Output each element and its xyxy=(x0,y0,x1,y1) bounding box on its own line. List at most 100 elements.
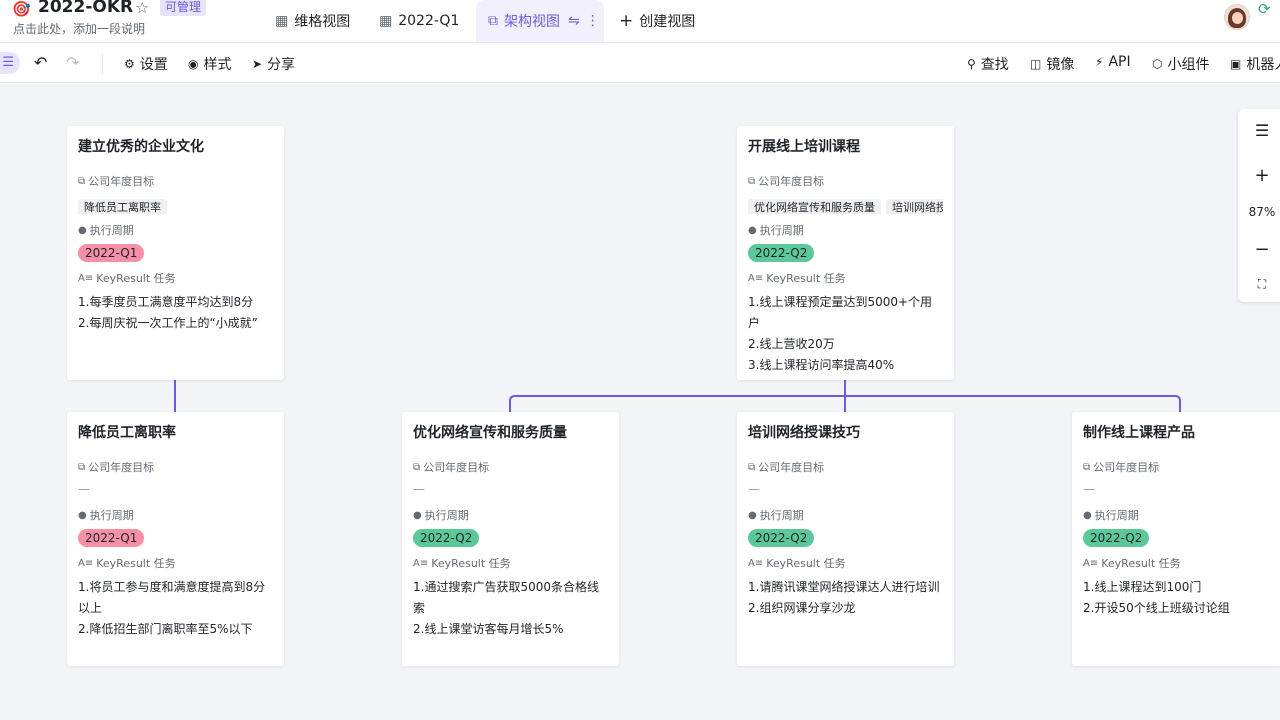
org-card[interactable]: 培训网络授课技巧 ⧉ 公司年度目标 — ● 执行周期 2022-Q2 A≡ KeyRe… xyxy=(737,412,954,666)
card-title: 开展线上培训课程 xyxy=(748,139,860,155)
card-title: 制作线上课程产品 xyxy=(1083,425,1195,441)
circle-dot-icon: ● xyxy=(413,510,422,521)
tab-architecture-view[interactable]: ⧉ 架构视图 ⇋ ⋮ xyxy=(476,0,604,42)
kr-list: 1.请腾讯课堂网络授课达人进行培训 2.组织网课分享沙龙 xyxy=(748,577,943,619)
mirror-button[interactable]: ◫ 镜像 xyxy=(1030,54,1074,74)
tab-grid-view[interactable]: ▦ 维格视图 xyxy=(275,6,350,36)
circle-dot-icon: ● xyxy=(1083,510,1092,521)
field-label: ⧉ 公司年度目标 xyxy=(78,175,155,188)
kr-item: 2.开设50个线上班级讨论组 xyxy=(1083,601,1230,615)
settings-button[interactable]: ⚙ 设置 xyxy=(124,54,168,74)
text-icon: A≡ xyxy=(748,273,764,284)
field-label: ● 执行周期 xyxy=(413,509,469,522)
org-card[interactable]: 制作线上课程产品 ⧉ 公司年度目标 — ● 执行周期 2022-Q2 A≡ KeyRe… xyxy=(1072,412,1280,666)
kr-list: 1.将员工参与度和满意度提高到8分以上 2.降低招生部门离职率至5%以下 xyxy=(78,577,273,640)
card-title: 建立优秀的企业文化 xyxy=(78,139,204,155)
tag: 降低员工离职率 xyxy=(78,199,167,214)
robot-button[interactable]: ▣ 机器人 xyxy=(1230,54,1280,74)
kr-list: 1.每季度员工满意度平均达到8分 2.每周庆祝一次工作上的“小成就” xyxy=(78,292,273,334)
architecture-canvas[interactable]: 建立优秀的企业文化 ⧉ 公司年度目标 降低员工离职率 ● 执行周期 2022-Q1 … xyxy=(0,83,1280,720)
share-label: 分享 xyxy=(267,57,296,73)
search-icon: ⚲ xyxy=(967,57,976,71)
field-label: ⧉ 公司年度目标 xyxy=(413,461,490,474)
org-card[interactable]: 降低员工离职率 ⧉ 公司年度目标 — ● 执行周期 2022-Q1 A≡ KeyRes… xyxy=(67,412,284,666)
kr-item: 1.每季度员工满意度平均达到8分 xyxy=(78,295,254,309)
cube-icon: ⬡ xyxy=(1152,57,1163,71)
tab-q1-view[interactable]: ▦ 2022-Q1 xyxy=(379,6,459,36)
text-icon: A≡ xyxy=(1083,558,1099,569)
mirror-icon: ◫ xyxy=(1030,57,1042,71)
tag: 优化网络宣传和服务质量 xyxy=(748,199,881,214)
field-label: A≡ KeyResult 任务 xyxy=(748,557,846,570)
star-icon[interactable]: ☆ xyxy=(135,0,149,17)
zoom-out-icon[interactable]: − xyxy=(1238,239,1280,260)
robot-icon: ▣ xyxy=(1230,57,1242,71)
card-title: 优化网络宣传和服务质量 xyxy=(413,425,567,441)
empty-value: — xyxy=(413,482,425,496)
field-label: A≡ KeyResult 任务 xyxy=(78,557,176,570)
swap-icon[interactable]: ⇋ xyxy=(568,13,580,29)
period-badge: 2022-Q2 xyxy=(1083,529,1150,547)
tag: 培训网络授课技巧 xyxy=(886,199,943,214)
widget-button[interactable]: ⬡ 小组件 xyxy=(1152,54,1209,74)
tab-label: 维格视图 xyxy=(294,14,351,30)
mirror-label: 镜像 xyxy=(1046,57,1075,73)
sidebar-toggle-icon[interactable]: ☰ xyxy=(0,52,20,74)
grid-icon: ▦ xyxy=(275,13,289,29)
field-label: ⧉ 公司年度目标 xyxy=(78,461,155,474)
tab-label: 架构视图 xyxy=(504,14,560,30)
org-card[interactable]: 开展线上培训课程 ⧉公司年度目标 优化网络宣传和服务质量培训网络授课技巧 ●执行… xyxy=(737,126,954,380)
text-icon: A≡ xyxy=(413,558,429,569)
field-label: ● 执行周期 xyxy=(1083,509,1139,522)
share-icon[interactable]: ⟳ xyxy=(1258,0,1271,18)
kr-item: 2.每周庆祝一次工作上的“小成就” xyxy=(78,316,258,330)
toolbar-divider xyxy=(102,54,103,74)
create-view-button[interactable]: + 创建视图 xyxy=(619,6,695,36)
menu-icon[interactable]: ☰ xyxy=(1238,121,1280,140)
find-button[interactable]: ⚲ 查找 xyxy=(967,54,1009,74)
link-icon: ⧉ xyxy=(748,176,756,187)
empty-value: — xyxy=(748,482,760,496)
empty-value: — xyxy=(1083,482,1095,496)
text-icon: A≡ xyxy=(78,273,94,284)
org-card[interactable]: 建立优秀的企业文化 ⧉ 公司年度目标 降低员工离职率 ● 执行周期 2022-Q1 … xyxy=(67,126,284,380)
zoom-in-icon[interactable]: + xyxy=(1238,165,1280,186)
field-label: ⧉ 公司年度目标 xyxy=(748,175,825,188)
kr-item: 1.通过搜索广告获取5000条合格线索 xyxy=(413,580,599,615)
period-badge: 2022-Q2 xyxy=(748,244,815,262)
api-button[interactable]: ⚡ API xyxy=(1095,54,1131,70)
eye-icon: ◉ xyxy=(188,57,199,71)
text-icon: A≡ xyxy=(78,558,94,569)
kr-item: 3.线上课程访问率提高40% xyxy=(748,358,895,372)
description-placeholder[interactable]: 点击此处，添加一段说明 xyxy=(13,20,145,37)
kr-item: 1.将员工参与度和满意度提高到8分以上 xyxy=(78,580,266,615)
org-card[interactable]: 优化网络宣传和服务质量 ⧉ 公司年度目标 — ● 执行周期 2022-Q2 A≡ Ke… xyxy=(402,412,619,666)
link-icon: ⧉ xyxy=(413,462,421,473)
grid-icon: ▦ xyxy=(379,13,393,29)
field-label: A≡ KeyResult 任务 xyxy=(1083,557,1181,570)
more-vertical-icon[interactable]: ⋮ xyxy=(586,13,600,29)
kr-item: 2.线上课堂访客每月增长5% xyxy=(413,622,564,636)
datasheet-title[interactable]: 2022-OKR xyxy=(38,0,133,17)
kr-list: 1.通过搜索广告获取5000条合格线索 2.线上课堂访客每月增长5% xyxy=(413,577,608,640)
permission-badge[interactable]: 可管理 xyxy=(160,0,207,16)
tab-label: 2022-Q1 xyxy=(398,13,460,29)
card-title: 培训网络授课技巧 xyxy=(748,425,860,441)
field-label: A≡ KeyResult 任务 xyxy=(748,272,846,285)
kr-item: 1.线上课程达到100门 xyxy=(1083,580,1202,594)
style-button[interactable]: ◉ 样式 xyxy=(188,54,231,74)
field-label: A≡ KeyResult 任务 xyxy=(413,557,511,570)
field-label: ● 执行周期 xyxy=(748,224,804,237)
plug-icon: ⚡ xyxy=(1095,55,1104,69)
link-icon: ⧉ xyxy=(1083,462,1091,473)
undo-icon[interactable]: ↶ xyxy=(34,53,47,72)
zoom-panel: ☰ + 87% − ⛶ xyxy=(1238,109,1280,302)
field-label: ● 执行周期 xyxy=(78,509,134,522)
fit-screen-icon[interactable]: ⛶ xyxy=(1238,277,1280,292)
share-button[interactable]: ➤ 分享 xyxy=(252,54,295,74)
redo-icon[interactable]: ↷ xyxy=(66,53,79,72)
find-label: 查找 xyxy=(980,57,1009,73)
field-label: A≡ KeyResult 任务 xyxy=(78,272,176,285)
avatar[interactable] xyxy=(1224,4,1250,30)
kr-item: 2.线上营收20万 xyxy=(748,337,835,351)
